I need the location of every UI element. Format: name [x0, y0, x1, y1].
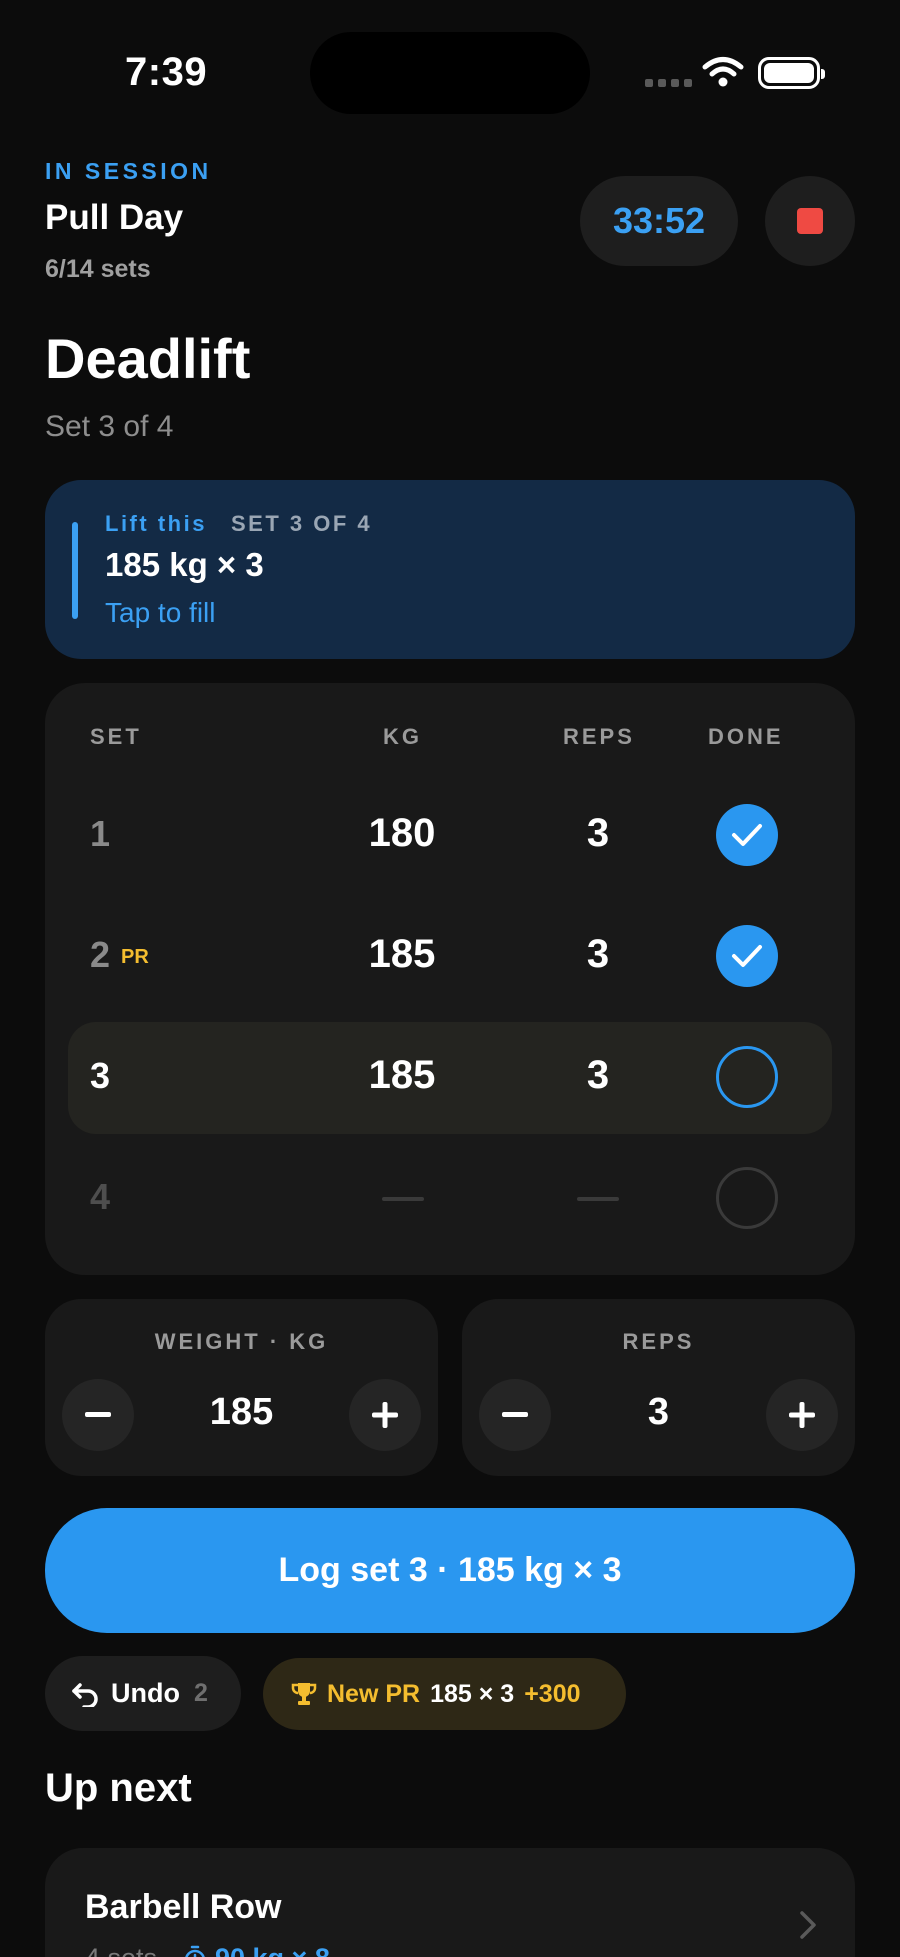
plus-icon: [372, 1402, 398, 1428]
check-icon: [732, 824, 762, 846]
column-header-kg: KG: [383, 724, 422, 749]
empty-kg-placeholder[interactable]: [382, 1197, 424, 1201]
set-number: 4: [90, 1176, 111, 1217]
up-next-heading: Up next: [45, 1766, 192, 1810]
stop-session-button[interactable]: [765, 176, 855, 266]
set-done-checkbox[interactable]: [716, 1167, 778, 1229]
pr-badge: PR: [121, 946, 149, 968]
reps-stepper: REPS 3: [462, 1299, 855, 1476]
timer-icon: [185, 1945, 205, 1957]
new-pr-label: New PR: [327, 1679, 421, 1708]
set-reps[interactable]: 3: [528, 932, 668, 977]
new-pr-bonus: +300: [524, 1679, 581, 1708]
empty-reps-placeholder[interactable]: [577, 1197, 619, 1201]
session-timer[interactable]: 33:52: [580, 176, 738, 266]
set-number: 3: [90, 1055, 111, 1096]
sets-progress: 6/14 sets: [45, 255, 151, 283]
stop-icon: [797, 208, 823, 234]
battery-icon: [758, 57, 825, 89]
up-next-sets: 4 sets: [85, 1943, 157, 1957]
reps-stepper-label: REPS: [622, 1329, 695, 1354]
set-done-checkbox[interactable]: [716, 804, 778, 866]
wifi-icon: [702, 57, 744, 87]
set-number: 2: [90, 934, 111, 975]
dynamic-island: [310, 32, 590, 114]
log-set-button[interactable]: Log set 3 · 185 kg × 3: [45, 1508, 855, 1633]
status-time: 7:39: [125, 50, 208, 94]
undo-label: Undo: [111, 1678, 180, 1708]
column-header-done: DONE: [708, 724, 784, 749]
exercise-subtitle: Set 3 of 4: [45, 410, 174, 443]
up-next-exercise-name: Barbell Row: [85, 1888, 282, 1926]
column-header-reps: REPS: [563, 724, 635, 749]
set-kg[interactable]: 180: [332, 811, 472, 856]
exercise-title: Deadlift: [45, 327, 251, 390]
reps-increment-button[interactable]: [766, 1379, 838, 1451]
set-kg[interactable]: 185: [332, 932, 472, 977]
new-pr-value: 185 × 3: [430, 1679, 515, 1708]
suggestion-set-label: SET 3 OF 4: [231, 511, 373, 536]
weight-stepper: WEIGHT · KG 185: [45, 1299, 438, 1476]
trophy-icon: [291, 1683, 317, 1705]
cellular-signal-icon: [645, 79, 692, 87]
undo-button[interactable]: Undo 2: [45, 1656, 241, 1731]
suggestion-card[interactable]: Lift this SET 3 OF 4 185 kg × 3 Tap to f…: [45, 480, 855, 659]
set-reps[interactable]: 3: [528, 811, 668, 856]
check-icon: [732, 945, 762, 967]
set-kg[interactable]: 185: [332, 1053, 472, 1098]
undo-icon: [72, 1682, 98, 1707]
weight-stepper-label: WEIGHT · KG: [154, 1329, 329, 1354]
set-done-checkbox[interactable]: [716, 1046, 778, 1108]
plus-icon: [789, 1402, 815, 1428]
tap-to-fill-link[interactable]: Tap to fill: [105, 597, 216, 629]
undo-count: 2: [193, 1679, 208, 1707]
suggestion-value: 185 kg × 3: [105, 546, 264, 583]
chevron-right-icon: [800, 1911, 816, 1939]
set-number: 1: [90, 813, 111, 854]
session-label: IN SESSION: [45, 158, 212, 184]
accent-bar: [72, 522, 78, 619]
set-done-checkbox[interactable]: [716, 925, 778, 987]
column-header-set: SET: [90, 724, 142, 749]
new-pr-chip[interactable]: New PR 185 × 3 +300: [263, 1658, 626, 1730]
weight-increment-button[interactable]: [349, 1379, 421, 1451]
set-reps[interactable]: 3: [528, 1053, 668, 1098]
up-next-target: 90 kg × 8: [215, 1943, 330, 1957]
suggestion-label: Lift this: [105, 511, 207, 536]
up-next-item[interactable]: Barbell Row 4 sets 90 kg × 8: [45, 1848, 855, 1957]
workout-name: Pull Day: [45, 198, 184, 237]
